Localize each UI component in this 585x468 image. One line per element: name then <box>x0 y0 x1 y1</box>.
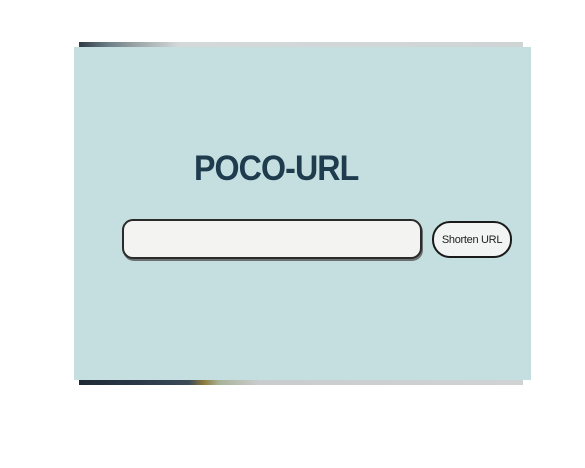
shorten-url-button[interactable]: Shorten URL <box>432 221 512 258</box>
page: POCO-URL Shorten URL <box>0 0 585 468</box>
app-title: POCO-URL <box>194 149 359 188</box>
shortener-card: POCO-URL Shorten URL <box>74 47 531 380</box>
url-input[interactable] <box>122 219 422 259</box>
